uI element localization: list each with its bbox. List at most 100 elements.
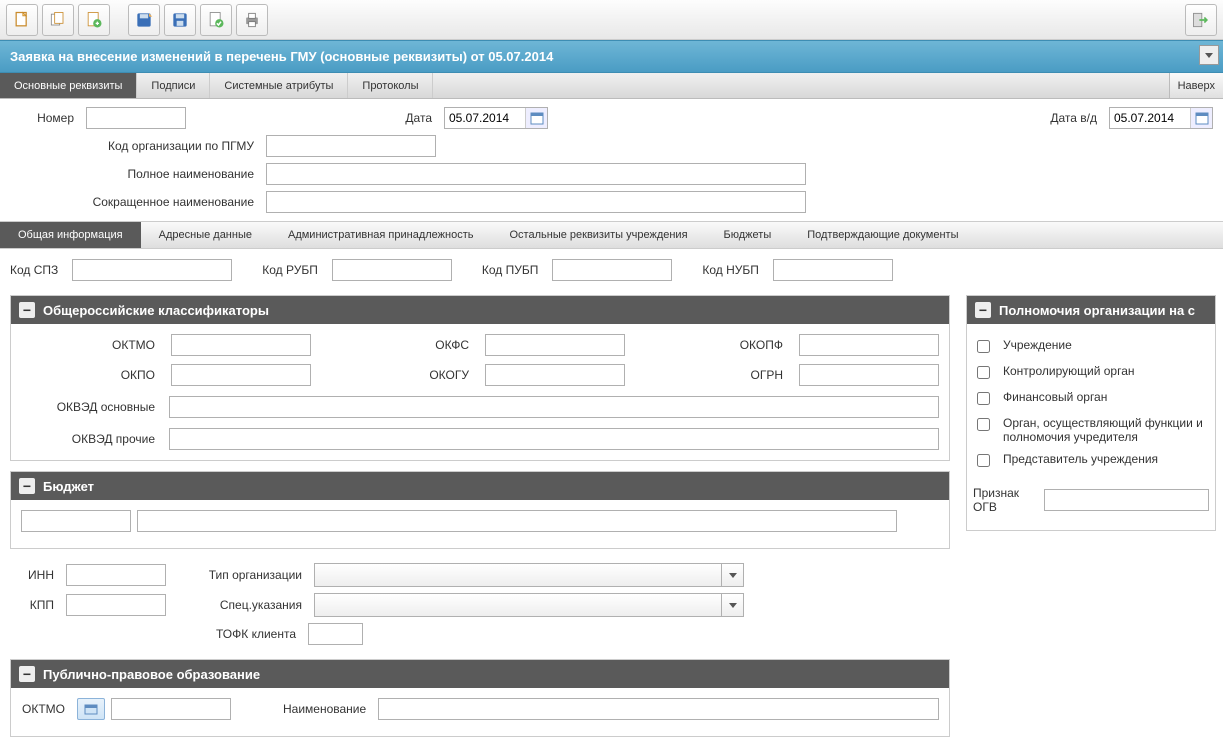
label-okpo: ОКПО — [21, 368, 161, 382]
input-date2[interactable] — [1110, 108, 1190, 128]
label-spec: Спец.указания — [198, 598, 308, 612]
label-ppo-oktmo: ОКТМО — [21, 702, 71, 716]
calendar-icon[interactable] — [525, 108, 547, 128]
check-controlling[interactable] — [977, 366, 990, 379]
subtab-admin[interactable]: Административная принадлежность — [270, 222, 492, 248]
panel-budget: − Бюджет — [10, 471, 950, 549]
tool-save-extra[interactable] — [128, 4, 160, 36]
check-representative[interactable] — [977, 454, 990, 467]
label-rubp: Код РУБП — [262, 263, 324, 277]
panel-title-powers: Полномочия организации на с — [999, 303, 1195, 318]
input-date[interactable] — [445, 108, 525, 128]
date-input-wrap — [444, 107, 548, 129]
tool-doc-check[interactable] — [200, 4, 232, 36]
title-dropdown[interactable] — [1199, 45, 1219, 65]
toggle-ppo[interactable]: − — [19, 666, 35, 682]
panel-classifiers: − Общероссийские классификаторы ОКТМО ОК… — [10, 295, 950, 461]
main-toolbar — [0, 0, 1223, 40]
label-pubp: Код ПУБП — [482, 263, 544, 277]
tool-doc-export[interactable] — [78, 4, 110, 36]
input-budget-code[interactable] — [21, 510, 131, 532]
check-founder[interactable] — [977, 418, 990, 431]
tool-exit[interactable] — [1185, 4, 1217, 36]
scroll-top-button[interactable]: Наверх — [1169, 73, 1223, 98]
label-orgtype: Тип организации — [198, 568, 308, 582]
label-inn: ИНН — [10, 568, 60, 582]
subtab-other-req[interactable]: Остальные реквизиты учреждения — [492, 222, 706, 248]
label-short-name: Сокращенное наименование — [10, 195, 260, 209]
subtab-documents[interactable]: Подтверждающие документы — [789, 222, 976, 248]
input-nubp[interactable] — [773, 259, 893, 281]
toggle-budget[interactable]: − — [19, 478, 35, 494]
subtab-address[interactable]: Адресные данные — [141, 222, 270, 248]
subtab-budgets[interactable]: Бюджеты — [706, 222, 790, 248]
input-budget-name[interactable] — [137, 510, 897, 532]
check-label-2: Финансовый орган — [1003, 390, 1107, 404]
tool-save[interactable] — [164, 4, 196, 36]
input-okopf[interactable] — [799, 334, 939, 356]
codes-row: Код СПЗ Код РУБП Код ПУБП Код НУБП — [10, 259, 1213, 281]
label-ogv: Признак ОГВ — [973, 486, 1038, 514]
input-tofk[interactable] — [308, 623, 363, 645]
input-okfs[interactable] — [485, 334, 625, 356]
subtab-general[interactable]: Общая информация — [0, 222, 141, 248]
input-full-name[interactable] — [266, 163, 806, 185]
label-tofk: ТОФК клиента — [192, 627, 302, 641]
input-ogrn[interactable] — [799, 364, 939, 386]
chevron-down-icon-2[interactable] — [721, 594, 743, 616]
toggle-powers[interactable]: − — [975, 302, 991, 318]
label-oktmo: ОКТМО — [21, 338, 161, 352]
input-okogu[interactable] — [485, 364, 625, 386]
calendar-icon-2[interactable] — [1190, 108, 1212, 128]
input-short-name[interactable] — [266, 191, 806, 213]
label-okved-main: ОКВЭД основные — [21, 400, 161, 414]
chevron-down-icon[interactable] — [721, 564, 743, 586]
lookup-oktmo-icon[interactable] — [77, 698, 105, 720]
label-full-name: Полное наименование — [10, 167, 260, 181]
label-okopf: ОКОПФ — [709, 338, 789, 352]
input-rubp[interactable] — [332, 259, 452, 281]
check-label-1: Контролирующий орган — [1003, 364, 1135, 378]
input-spz[interactable] — [72, 259, 232, 281]
input-org-code[interactable] — [266, 135, 436, 157]
tab-main-details[interactable]: Основные реквизиты — [0, 73, 137, 98]
panel-powers: − Полномочия организации на с Учреждение… — [966, 295, 1216, 531]
input-okved-main[interactable] — [169, 396, 939, 418]
panel-title-classifiers: Общероссийские классификаторы — [43, 303, 269, 318]
panel-title-ppo: Публично-правовое образование — [43, 667, 260, 682]
select-orgtype[interactable] — [314, 563, 744, 587]
label-ogrn: ОГРН — [709, 368, 789, 382]
input-okved-other[interactable] — [169, 428, 939, 450]
toggle-classifiers[interactable]: − — [19, 302, 35, 318]
input-number[interactable] — [86, 107, 186, 129]
input-kpp[interactable] — [66, 594, 166, 616]
label-date: Дата — [398, 111, 438, 125]
tab-system-attrs[interactable]: Системные атрибуты — [210, 73, 348, 98]
input-ppo-oktmo[interactable] — [111, 698, 231, 720]
tab-signatures[interactable]: Подписи — [137, 73, 210, 98]
main-tabs: Основные реквизиты Подписи Системные атр… — [0, 73, 1223, 99]
tool-doc-new[interactable] — [6, 4, 38, 36]
panel-ppo: − Публично-правовое образование ОКТМО На… — [10, 659, 950, 737]
input-inn[interactable] — [66, 564, 166, 586]
sub-tabs: Общая информация Адресные данные Админис… — [0, 221, 1223, 249]
label-org-code: Код организации по ПГМУ — [10, 139, 260, 153]
check-institution[interactable] — [977, 340, 990, 353]
label-nubp: Код НУБП — [702, 263, 765, 277]
select-spec[interactable] — [314, 593, 744, 617]
input-ppo-name[interactable] — [378, 698, 939, 720]
input-ogv[interactable] — [1044, 489, 1209, 511]
input-oktmo[interactable] — [171, 334, 311, 356]
label-okved-other: ОКВЭД прочие — [21, 432, 161, 446]
label-kpp: КПП — [10, 598, 60, 612]
input-pubp[interactable] — [552, 259, 672, 281]
input-okpo[interactable] — [171, 364, 311, 386]
tool-print[interactable] — [236, 4, 268, 36]
label-okogu: ОКОГУ — [395, 368, 475, 382]
tab-protocols[interactable]: Протоколы — [348, 73, 433, 98]
title-banner: Заявка на внесение изменений в перечень … — [0, 40, 1223, 73]
label-spz: Код СПЗ — [10, 263, 64, 277]
tool-doc-copy[interactable] — [42, 4, 74, 36]
label-date2: Дата в/д — [1050, 111, 1103, 125]
check-financial[interactable] — [977, 392, 990, 405]
